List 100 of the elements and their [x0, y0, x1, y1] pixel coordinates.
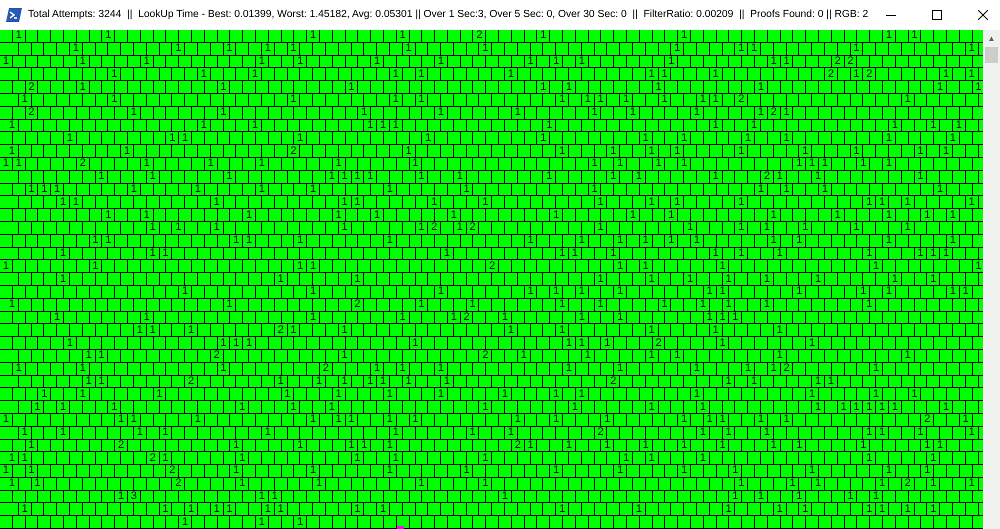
cell-number: 1 [354, 196, 360, 208]
cell-number: 1 [540, 30, 546, 42]
cell-number: 2 [169, 465, 176, 476]
cell-number: 1 [886, 30, 892, 42]
cell-number: 1 [572, 402, 578, 412]
cell-number: 1 [809, 465, 816, 476]
cell-number: 2 [482, 350, 488, 362]
cell-number: 1 [546, 120, 552, 131]
cell-number: 1 [374, 56, 380, 67]
cell-number: 1 [758, 414, 764, 426]
cell-number: 1 [464, 465, 470, 476]
cell-number: 1 [188, 504, 194, 515]
cell-number: 1 [886, 158, 892, 170]
cell-number: 2 [489, 260, 496, 272]
cell-number: 1 [617, 465, 624, 476]
cell-number: 1 [380, 504, 386, 515]
cell-number: 1 [374, 363, 380, 374]
cell-number: 1 [438, 56, 444, 67]
cell-number: 1 [694, 388, 700, 400]
cell-number: 1 [617, 235, 624, 246]
cell-number: 1 [297, 440, 304, 451]
cell-number: 1 [706, 286, 713, 298]
cell-number: 1 [591, 184, 598, 195]
cell-number: 2 [464, 312, 470, 323]
cell-number: 1 [316, 376, 322, 387]
cell-number: 1 [336, 210, 342, 221]
cell-number: 2 [514, 440, 521, 451]
cell-number: 1 [879, 402, 886, 412]
cell-number: 1 [214, 504, 220, 515]
cell-number: 1 [661, 299, 668, 310]
cell-number: 1 [930, 274, 936, 285]
cell-number: 1 [226, 504, 232, 515]
cell-number: 1 [239, 478, 246, 490]
cell-number: 1 [758, 491, 764, 502]
cell-number: 1 [182, 132, 188, 144]
scrollbar[interactable]: ▲ [983, 30, 1000, 529]
cell-number: 2 [118, 440, 124, 451]
cell-number: 1 [655, 82, 662, 93]
cell-number: 2 [764, 171, 770, 182]
cell-number: 2 [175, 478, 182, 490]
cell-number: 1 [220, 107, 226, 118]
cell-number: 1 [904, 504, 911, 515]
cell-number: 1 [815, 274, 822, 285]
cell-number: 1 [732, 491, 738, 502]
cell-number: 2 [290, 146, 296, 157]
cell-number: 1 [617, 312, 624, 323]
cell-number: 1 [745, 363, 752, 374]
cell-number: 1 [937, 440, 944, 451]
cell-number: 1 [310, 414, 316, 426]
cell-number: 1 [578, 56, 585, 67]
cell-number: 1 [28, 465, 35, 476]
cell-number: 1 [336, 158, 342, 170]
cell-number: 2 [866, 68, 872, 80]
cell-number: 1 [681, 30, 688, 42]
cell-number: 1 [482, 402, 488, 412]
cell-number: 1 [917, 427, 924, 438]
cell-number: 1 [584, 350, 591, 362]
cell-number: 1 [310, 465, 316, 476]
cell-number: 1 [553, 414, 560, 426]
cell-number: 1 [783, 107, 790, 118]
cell-number: 1 [943, 68, 950, 80]
cell-number: 1 [866, 196, 872, 208]
cell-number: 2 [610, 376, 616, 387]
cell-number: 1 [904, 94, 911, 106]
cell-number: 1 [194, 414, 201, 426]
cell-number: 2 [834, 56, 841, 67]
cell-number: 1 [597, 274, 604, 285]
cell-number: 1 [150, 171, 156, 182]
cell-number: 1 [246, 235, 252, 246]
cell-number: 1 [700, 452, 706, 464]
cell-number: 1 [233, 235, 240, 246]
cell-number: 1 [392, 94, 399, 106]
cell-number: 1 [233, 440, 240, 451]
cell-number: 1 [144, 210, 150, 221]
cell-number: 1 [860, 158, 866, 170]
cell-number: 1 [648, 402, 655, 412]
cell-number: 1 [866, 452, 872, 464]
cell-number: 1 [86, 376, 92, 387]
cell-number: 3 [130, 491, 137, 502]
cell-number: 1 [950, 132, 956, 144]
cell-number: 1 [361, 107, 368, 118]
cell-number: 1 [694, 107, 700, 118]
cell-number: 1 [28, 184, 35, 195]
cell-number: 1 [815, 171, 822, 182]
cell-number: 1 [597, 94, 604, 106]
cell-number: 1 [886, 465, 892, 476]
cell-number: 1 [719, 338, 726, 349]
cell-number: 1 [278, 274, 284, 285]
cell-number: 1 [297, 260, 304, 272]
cell-number: 2 [783, 363, 790, 374]
cell-number: 1 [514, 414, 521, 426]
scroll-up-arrow[interactable]: ▲ [988, 30, 996, 47]
cell-number: 1 [22, 427, 28, 438]
cell-number: 1 [879, 504, 886, 515]
cell-number: 1 [111, 68, 118, 80]
cell-number: 1 [700, 402, 706, 412]
cell-number: 1 [822, 184, 828, 195]
cell-number: 1 [796, 491, 802, 502]
cell-number: 1 [853, 402, 860, 412]
cell-number: 1 [258, 158, 265, 170]
